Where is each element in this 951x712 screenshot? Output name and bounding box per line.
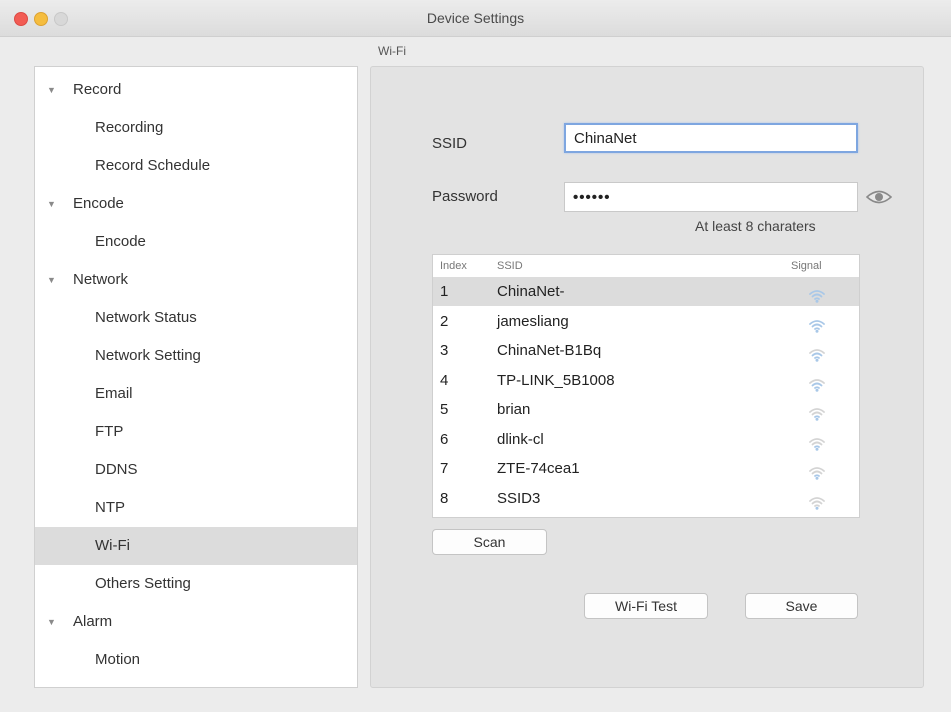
row-ssid: ChinaNet-B1Bq	[497, 342, 602, 359]
settings-sidebar: ▼ Record Recording Record Schedule ▼ Encode En…	[34, 66, 358, 688]
password-hint: At least 8 charaters	[695, 218, 816, 234]
table-row[interactable]: 2 jamesliang	[433, 307, 859, 336]
row-ssid: TP-LINK_5B1008	[497, 371, 615, 389]
sidebar-item-label: Email	[95, 385, 133, 402]
panel-title: Wi-Fi	[378, 44, 406, 58]
sidebar-item-label: Encode	[95, 233, 146, 250]
sidebar-item-motion[interactable]: Motion	[35, 641, 357, 679]
column-header-signal: Signal	[791, 260, 822, 272]
sidebar-item-label: NTP	[95, 499, 125, 516]
password-input[interactable]	[564, 182, 858, 212]
row-ssid: dlink-cl	[497, 430, 544, 448]
sidebar-group-record[interactable]: ▼ Record	[35, 71, 357, 109]
sidebar-item-label: Record	[73, 81, 122, 98]
wifi-network-table: Index SSID Signal 1 ChinaNet- 2 jamesliang 3…	[432, 254, 860, 518]
table-row[interactable]: 6 dlink-cl	[433, 425, 859, 454]
row-index: 5	[440, 401, 449, 418]
show-password-icon[interactable]	[865, 188, 893, 211]
disclosure-triangle-icon[interactable]: ▼	[47, 185, 56, 223]
sidebar-item-label: Recording	[95, 119, 164, 136]
sidebar-group-alarm[interactable]: ▼ Alarm	[35, 603, 357, 641]
row-index: 3	[440, 342, 449, 359]
sidebar-item-ddns[interactable]: DDNS	[35, 451, 357, 489]
scan-button[interactable]: Scan	[432, 529, 547, 555]
row-ssid: SSID3	[497, 489, 541, 507]
wifi-signal-icon	[809, 491, 825, 520]
sidebar-item-label: Wi-Fi	[95, 537, 130, 554]
sidebar-item-label: Network Setting	[95, 347, 201, 364]
column-header-ssid: SSID	[497, 260, 523, 272]
sidebar-item-network-status[interactable]: Network Status	[35, 299, 357, 337]
sidebar-group-encode[interactable]: ▼ Encode	[35, 185, 357, 223]
row-index: 8	[440, 489, 449, 507]
sidebar-item-label: Encode	[73, 195, 124, 212]
row-ssid: ChinaNet-	[497, 283, 565, 300]
sidebar-item-record-schedule[interactable]: Record Schedule	[35, 147, 357, 185]
sidebar-item-label: FTP	[95, 423, 124, 440]
row-index: 1	[440, 283, 449, 300]
save-button[interactable]: Save	[745, 593, 858, 619]
table-row[interactable]: 1 ChinaNet-	[433, 277, 859, 306]
device-settings-window: Device Settings ▼ Record Recording Record S…	[0, 0, 951, 712]
row-index: 6	[440, 430, 449, 448]
sidebar-item-label: Others Setting	[95, 575, 191, 592]
title-bar: Device Settings	[0, 0, 951, 37]
column-header-index: Index	[440, 260, 467, 272]
sidebar-item-email[interactable]: Email	[35, 375, 357, 413]
sidebar-item-encode[interactable]: Encode	[35, 223, 357, 261]
wifi-test-button[interactable]: Wi-Fi Test	[584, 593, 708, 619]
sidebar-group-network[interactable]: ▼ Network	[35, 261, 357, 299]
sidebar-item-label: Network Status	[95, 309, 197, 326]
row-index: 2	[440, 312, 449, 330]
table-row[interactable]: 8 SSID3	[433, 484, 859, 513]
disclosure-triangle-icon[interactable]: ▼	[47, 261, 56, 299]
sidebar-item-recording[interactable]: Recording	[35, 109, 357, 147]
table-row[interactable]: 4 TP-LINK_5B1008	[433, 366, 859, 395]
sidebar-item-label: Network	[73, 271, 129, 288]
row-index: 7	[440, 460, 449, 477]
sidebar-item-others-setting[interactable]: Others Setting	[35, 565, 357, 603]
table-row[interactable]: 3 ChinaNet-B1Bq	[433, 336, 859, 365]
sidebar-item-label: DDNS	[95, 461, 138, 478]
table-row[interactable]: 5 brian	[433, 395, 859, 424]
row-index: 4	[440, 371, 449, 389]
sidebar-item-wi-fi[interactable]: Wi-Fi	[35, 527, 357, 565]
disclosure-triangle-icon[interactable]: ▼	[47, 71, 56, 109]
sidebar-item-label: Record Schedule	[95, 157, 211, 174]
ssid-label: SSID	[432, 135, 468, 152]
row-ssid: ZTE-74cea1	[497, 460, 580, 477]
sidebar-item-ftp[interactable]: FTP	[35, 413, 357, 451]
sidebar-item-ntp[interactable]: NTP	[35, 489, 357, 527]
password-label: Password	[432, 188, 498, 205]
table-row[interactable]: 7 ZTE-74cea1	[433, 454, 859, 483]
row-ssid: jamesliang	[497, 312, 569, 330]
sidebar-item-label: Alarm	[73, 613, 113, 630]
window-title: Device Settings	[426, 10, 525, 26]
row-ssid: brian	[497, 401, 531, 418]
disclosure-triangle-icon[interactable]: ▼	[47, 603, 56, 641]
ssid-input[interactable]	[564, 123, 858, 153]
sidebar-item-label: Motion	[95, 651, 141, 668]
sidebar-item-network-setting[interactable]: Network Setting	[35, 337, 357, 375]
